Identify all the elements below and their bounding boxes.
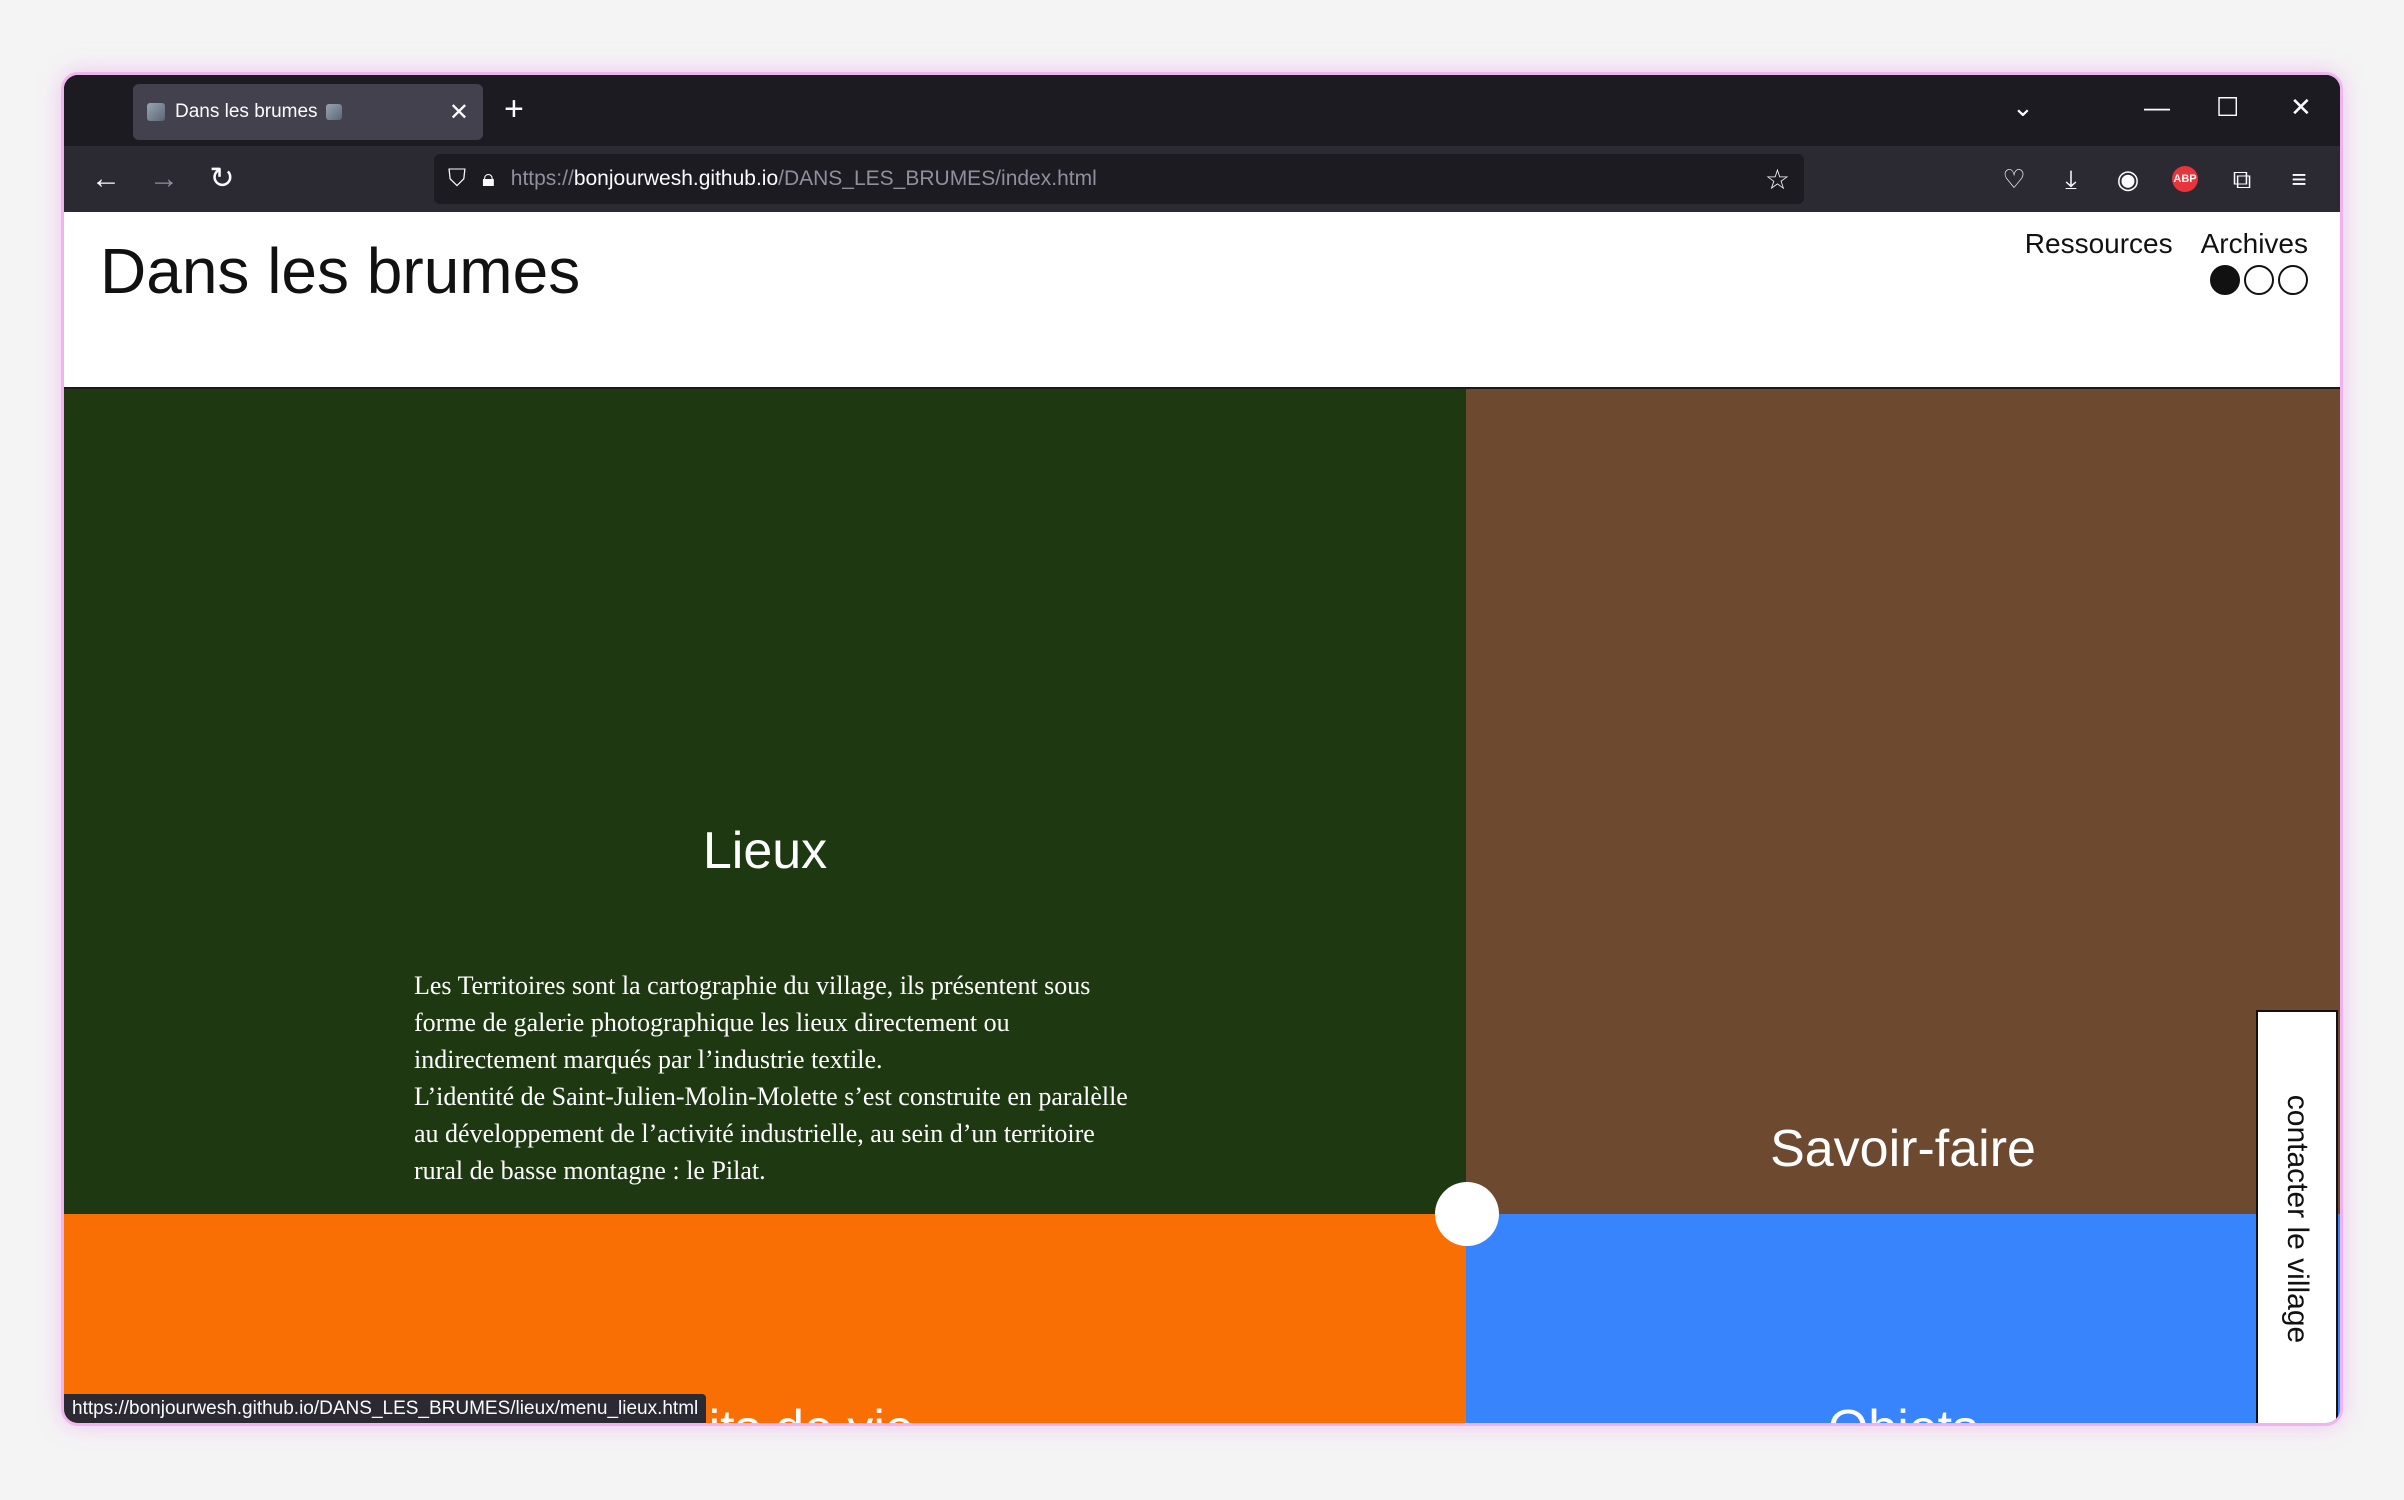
favicon-icon bbox=[325, 104, 342, 120]
close-tab-icon[interactable]: ✕ bbox=[449, 98, 469, 127]
panel-savoir-faire[interactable]: Savoir-faire bbox=[1466, 389, 2340, 1214]
link-status-bar: https://bonjourwesh.github.io/DANS_LES_B… bbox=[64, 1394, 707, 1423]
forward-icon[interactable]: → bbox=[144, 159, 184, 199]
page-dot-2[interactable] bbox=[2244, 265, 2274, 295]
page-viewport: Dans les brumes Ressources Archives Lieu… bbox=[64, 212, 2340, 1423]
url-text[interactable]: https://bonjourwesh.github.io/DANS_LES_B… bbox=[511, 167, 1097, 191]
page-indicator bbox=[2210, 265, 2308, 295]
tab-strip: Dans les brumes ✕ + ⌄ — ☐ ✕ bbox=[64, 75, 2340, 146]
page-dot-3[interactable] bbox=[2278, 265, 2308, 295]
url-bar[interactable]: ⛉ 🔒︎ https://bonjourwesh.github.io/DANS_… bbox=[434, 154, 1804, 204]
panel-recits-de-vie[interactable]: Récits de vie bbox=[64, 1214, 1466, 1423]
navigation-toolbar: ← → ↻ ⛉ 🔒︎ https://bonjourwesh.github.io… bbox=[64, 146, 2340, 212]
panel-title-objets: Objets bbox=[1466, 1399, 2340, 1423]
close-window-icon[interactable]: ✕ bbox=[2290, 87, 2312, 127]
list-all-tabs-icon[interactable]: ⌄ bbox=[2012, 87, 2034, 127]
bookmark-star-icon[interactable]: ☆ bbox=[1765, 163, 1790, 196]
description-paragraph: Les Territoires sont la cartographie du … bbox=[414, 971, 1091, 1074]
nav-archives-link[interactable]: Archives bbox=[2201, 228, 2308, 260]
back-icon[interactable]: ← bbox=[86, 159, 126, 199]
panel-title-lieux: Lieux bbox=[702, 822, 828, 880]
nav-ressources-link[interactable]: Ressources bbox=[2025, 228, 2173, 260]
panel-lieux[interactable]: Lieux Les Territoires sont la cartograph… bbox=[64, 389, 1466, 1214]
account-icon[interactable]: ◉ bbox=[2109, 160, 2147, 198]
center-cursor-circle bbox=[1435, 1182, 1499, 1246]
download-icon[interactable]: ⤓ bbox=[2052, 160, 2090, 198]
extensions-icon[interactable]: ⧉ bbox=[2223, 160, 2261, 198]
shield-icon[interactable]: ⛉ bbox=[448, 165, 466, 193]
description-paragraph: L’identité de Saint-Julien-Molin-Molette… bbox=[414, 1082, 1128, 1185]
site-title[interactable]: Dans les brumes bbox=[100, 234, 580, 308]
site-nav: Ressources Archives bbox=[2025, 228, 2308, 260]
maximize-icon[interactable]: ☐ bbox=[2216, 87, 2239, 127]
panel-title-savoir-faire: Savoir-faire bbox=[1770, 1120, 2036, 1178]
lock-icon[interactable]: 🔒︎ bbox=[482, 165, 495, 193]
contact-village-label: contacter le village bbox=[2281, 1094, 2314, 1344]
browser-tab[interactable]: Dans les brumes ✕ bbox=[133, 84, 483, 140]
contact-village-button[interactable]: contacter le village bbox=[2256, 1010, 2338, 1423]
favicon-icon bbox=[147, 103, 165, 121]
adblock-icon[interactable]: ABP bbox=[2172, 166, 2198, 192]
menu-icon[interactable]: ≡ bbox=[2280, 160, 2318, 198]
site-header: Dans les brumes Ressources Archives bbox=[64, 212, 2340, 389]
panel-description-lieux: Les Territoires sont la cartographie du … bbox=[414, 967, 1134, 1189]
url-host: bonjourwesh.github.io bbox=[573, 167, 779, 190]
page-dot-1[interactable] bbox=[2210, 265, 2240, 295]
panel-objets[interactable]: Objets bbox=[1466, 1214, 2340, 1423]
tab-title: Dans les brumes bbox=[175, 101, 318, 122]
browser-window: Dans les brumes ✕ + ⌄ — ☐ ✕ ← → ↻ ⛉ 🔒︎ h… bbox=[64, 75, 2340, 1423]
pocket-icon[interactable]: ♡ bbox=[1995, 160, 2033, 198]
new-tab-button[interactable]: + bbox=[504, 89, 524, 129]
url-scheme: https:// bbox=[510, 167, 574, 190]
url-path: /DANS_LES_BRUMES/index.html bbox=[778, 167, 1097, 190]
minimize-icon[interactable]: — bbox=[2144, 87, 2170, 127]
reload-icon[interactable]: ↻ bbox=[202, 159, 242, 199]
